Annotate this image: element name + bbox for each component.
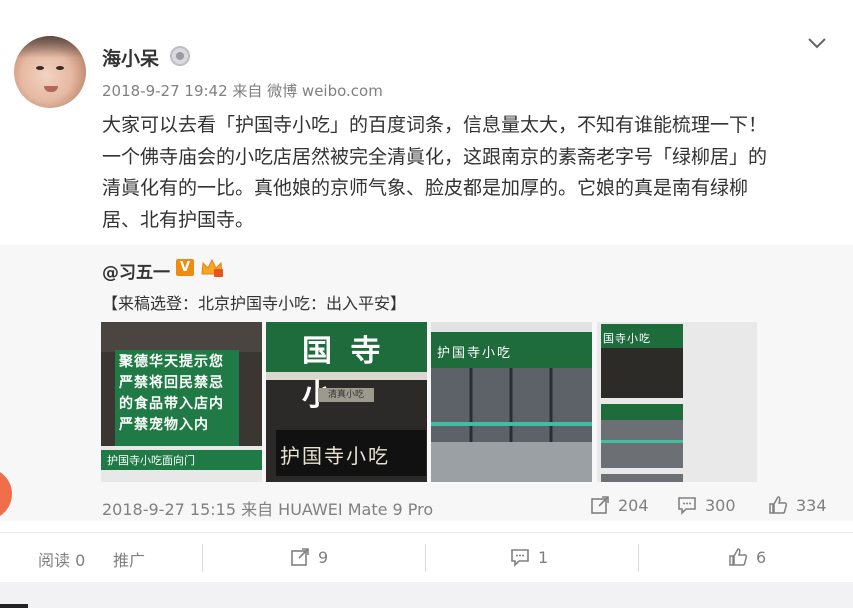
banner-text: 国寺小吃 bbox=[603, 332, 651, 345]
repost-text: 【来稿选登：北京护国寺小吃：出入平安】 bbox=[102, 294, 407, 313]
post-line: 大家可以去看「护国寺小吃」的百度词条，信息量太大，不知有谁能梳理一下！ bbox=[102, 114, 768, 136]
footer-repost-button[interactable]: 9 bbox=[290, 547, 328, 567]
repost-share-stat[interactable]: 204 bbox=[590, 494, 649, 516]
repost-icon bbox=[591, 496, 609, 514]
post-meta: 2018-9-27 19:42 来自 微博 weibo.com bbox=[102, 82, 383, 100]
repost-icon bbox=[291, 548, 309, 566]
repost-image-3[interactable]: 护国寺小吃 bbox=[431, 322, 592, 482]
like-count: 334 bbox=[796, 495, 827, 515]
verified-v-icon: V bbox=[176, 259, 194, 276]
bottom-strip bbox=[0, 586, 853, 608]
promote-label: 推广 bbox=[113, 551, 146, 570]
repost-image-1[interactable]: 聚德华天提示您 严禁将回民禁忌 的食品带入店内 严禁宠物入内 护国寺小吃面向门 bbox=[101, 322, 262, 482]
footer-repost-count: 9 bbox=[318, 547, 329, 567]
sign-line: 的食品带入店内 bbox=[119, 396, 224, 412]
repost-image-4[interactable]: 国寺小吃 bbox=[597, 322, 757, 482]
like-icon bbox=[729, 548, 748, 566]
divider bbox=[638, 544, 639, 572]
divider bbox=[202, 544, 203, 572]
read-count: 阅读 0 bbox=[38, 547, 85, 571]
repost-image-2[interactable]: 国 寺 小 清真小吃 护国寺小吃 bbox=[266, 322, 427, 482]
banner-text: 护国寺小吃 bbox=[437, 346, 513, 361]
user-avatar[interactable] bbox=[14, 36, 86, 108]
post-line: 居、北有护国寺。 bbox=[102, 208, 255, 231]
footer-like-count: 6 bbox=[756, 547, 767, 567]
plaque-text: 护国寺小吃 bbox=[280, 444, 390, 468]
repost-meta: 2018-9-27 15:15 来自 HUAWEI Mate 9 Pro bbox=[102, 500, 434, 519]
comment-count: 300 bbox=[705, 495, 736, 515]
sign-line: 严禁将回民禁忌 bbox=[119, 375, 224, 391]
comment-icon bbox=[678, 497, 696, 515]
like-icon bbox=[769, 496, 788, 514]
post-text: 大家可以去看「护国寺小吃」的百度词条，信息量太大，不知有谁能梳理一下！ 一个佛寺… bbox=[102, 110, 832, 236]
sign-line: 聚德华天提示您 bbox=[119, 354, 224, 370]
sign-line: 严禁宠物入内 bbox=[119, 417, 209, 433]
bottom-edge bbox=[0, 604, 28, 608]
divider bbox=[425, 544, 426, 572]
banner-text: 护国寺小吃面向门 bbox=[107, 454, 195, 467]
footer-like-button[interactable]: 6 bbox=[728, 547, 766, 567]
footer-comment-button[interactable]: 1 bbox=[510, 547, 548, 567]
chevron-down-icon[interactable] bbox=[806, 32, 828, 54]
repost-comment-stat[interactable]: 300 bbox=[677, 494, 736, 516]
post-line: 一个佛寺庙会的小吃店居然被完全清眞化，这跟南京的素斋老字号「绿柳居」的 bbox=[102, 145, 768, 168]
promote-button[interactable]: 推广 bbox=[113, 547, 145, 571]
footer-comment-count: 1 bbox=[538, 547, 549, 567]
divider bbox=[0, 532, 853, 533]
small-sign: 清真小吃 bbox=[318, 388, 374, 402]
repost-author[interactable]: @习五一 bbox=[102, 258, 170, 283]
sign-text: 聚德华天提示您 严禁将回民禁忌 的食品带入店内 严禁宠物入内 bbox=[119, 352, 239, 436]
verified-crown-icon[interactable] bbox=[170, 46, 190, 66]
post-username[interactable]: 海小呆 bbox=[102, 44, 159, 71]
repost-count: 204 bbox=[618, 495, 649, 515]
read-label: 阅读 0 bbox=[38, 551, 86, 570]
post-line: 清眞化有的一比。真他娘的京师气象、脸皮都是加厚的。它娘的真是南有绿柳 bbox=[102, 177, 749, 199]
repost-like-stat[interactable]: 334 bbox=[768, 494, 827, 516]
vip-crown-icon bbox=[200, 258, 224, 277]
comment-icon bbox=[511, 549, 529, 567]
